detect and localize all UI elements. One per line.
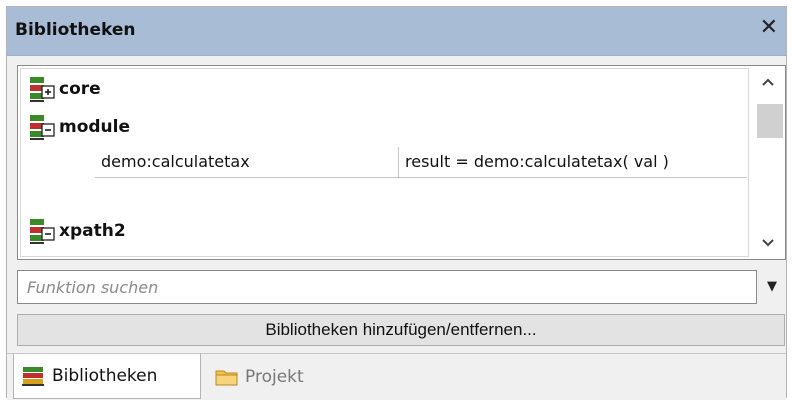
- search-input[interactable]: [25, 271, 749, 303]
- panel-title: Bibliotheken: [15, 20, 136, 40]
- tab-project[interactable]: Projekt: [215, 354, 304, 399]
- function-name: demo:calculatetax: [101, 152, 250, 171]
- tab-bar: Bibliotheken Projekt: [7, 353, 786, 400]
- tree-item-xpath2[interactable]: xpath2: [29, 217, 126, 245]
- column-separator: [398, 147, 399, 177]
- folder-icon: [215, 367, 239, 387]
- library-tree[interactable]: core module demo:calculatetax result = d…: [17, 65, 786, 260]
- scroll-down-icon[interactable]: [753, 229, 783, 257]
- books-icon: [22, 365, 46, 387]
- tree-item-module[interactable]: module: [29, 113, 130, 141]
- tree-item-label: module: [59, 117, 131, 137]
- close-icon[interactable]: ✕: [760, 16, 778, 40]
- tree-item-label: xpath2: [59, 221, 126, 241]
- function-signature: result = demo:calculatetax( val ): [405, 152, 669, 171]
- tree-item-core[interactable]: core: [29, 75, 101, 103]
- library-collapsed-icon[interactable]: [29, 76, 55, 102]
- library-tree-content: core module demo:calculatetax result = d…: [20, 68, 749, 257]
- function-row[interactable]: demo:calculatetax result = demo:calculat…: [95, 147, 747, 178]
- tab-label: Projekt: [245, 366, 304, 387]
- tab-libraries[interactable]: Bibliotheken: [13, 354, 201, 399]
- add-remove-libraries-button[interactable]: Bibliotheken hinzufügen/entfernen...: [17, 314, 785, 346]
- function-search-field[interactable]: [17, 270, 757, 304]
- tree-item-label: core: [59, 79, 101, 99]
- panel-titlebar: Bibliotheken ✕: [7, 7, 786, 56]
- search-dropdown-icon[interactable]: ▼: [759, 270, 785, 304]
- scroll-up-icon[interactable]: [753, 68, 783, 96]
- tab-label: Bibliotheken: [52, 366, 158, 386]
- library-expanded-icon[interactable]: [29, 114, 55, 140]
- scrollbar-thumb[interactable]: [757, 104, 783, 138]
- library-expanded-icon[interactable]: [29, 218, 55, 244]
- vertical-scrollbar[interactable]: [753, 68, 783, 257]
- libraries-panel: Bibliotheken ✕ core module demo:calculat…: [6, 6, 787, 400]
